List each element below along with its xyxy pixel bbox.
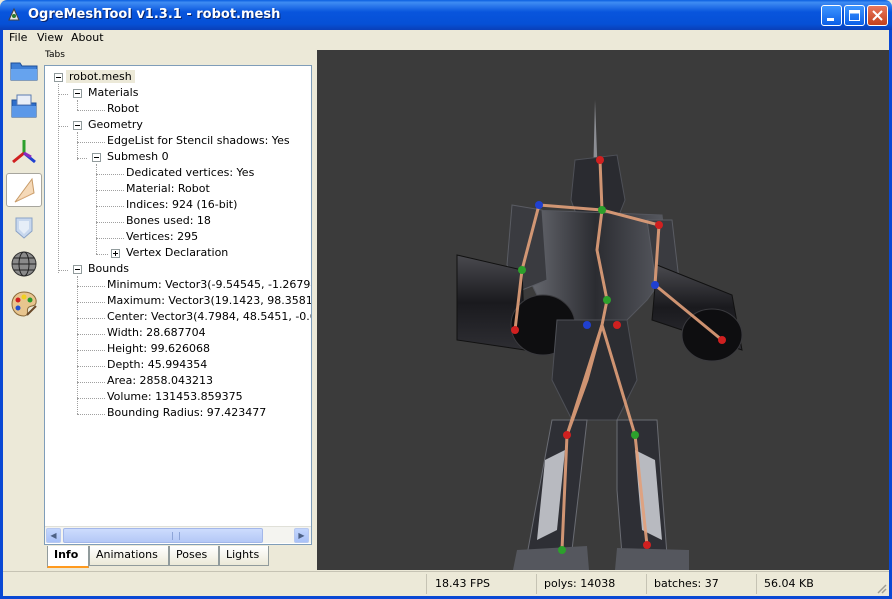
tree-item-dedicated-vertices[interactable]: Dedicated vertices: Yes — [126, 166, 254, 180]
tab-poses[interactable]: Poses — [169, 546, 219, 566]
material-button[interactable] — [6, 287, 42, 321]
collapse-submesh-toggle[interactable] — [92, 153, 101, 162]
title-bar: OgreMeshTool v1.3.1 - robot.mesh — [0, 0, 892, 30]
tree-item-bounds[interactable]: Bounds — [88, 262, 129, 276]
save-mesh-button[interactable] — [6, 89, 42, 123]
window-title: OgreMeshTool v1.3.1 - robot.mesh — [28, 7, 281, 22]
tree-item-maximum[interactable]: Maximum: Vector3(19.1423, 98.3581, 22. — [107, 294, 311, 308]
tree-item-label: robot.mesh — [66, 70, 135, 83]
tree-item-height[interactable]: Height: 99.626068 — [107, 342, 210, 356]
minimize-button[interactable] — [821, 5, 842, 26]
scroll-thumb[interactable] — [63, 528, 263, 543]
minimize-icon — [827, 18, 834, 21]
dock-title: Tabs — [45, 50, 65, 60]
batches-status: batches: 37 — [654, 577, 719, 590]
menu-file[interactable]: File — [9, 31, 27, 44]
folder-save-icon — [11, 94, 37, 118]
collapse-geometry-toggle[interactable] — [73, 121, 82, 130]
tree-item-material[interactable]: Material: Robot — [126, 182, 210, 196]
axes-icon — [12, 140, 36, 164]
tab-animations[interactable]: Animations — [89, 546, 169, 566]
menu-bar: File View About — [3, 30, 889, 47]
tree-item-materials[interactable]: Materials — [88, 86, 138, 100]
tree-item-bones[interactable]: Bones used: 18 — [126, 214, 211, 228]
close-icon — [872, 10, 883, 21]
tree-item-indices[interactable]: Indices: 924 (16-bit) — [126, 198, 237, 212]
collapse-materials-toggle[interactable] — [73, 89, 82, 98]
tree-item-edgelist[interactable]: EdgeList for Stencil shadows: Yes — [107, 134, 290, 148]
tool-sidebar — [3, 47, 43, 570]
axes-button[interactable] — [6, 135, 42, 169]
tree-item-minimum[interactable]: Minimum: Vector3(-9.54545, -1.26794, -23 — [107, 278, 311, 292]
render-viewport[interactable] — [317, 50, 889, 570]
tree-item-robot[interactable]: Robot — [107, 102, 139, 116]
app-icon — [8, 7, 20, 21]
shield-cube-icon — [15, 217, 33, 239]
tree-item-vertices[interactable]: Vertices: 295 — [126, 230, 198, 244]
robot-mesh-render — [456, 100, 743, 570]
mesh-info-tree[interactable]: robot.mesh Materials Robot Geometry Edge… — [44, 65, 312, 545]
tree-item-bounding-radius[interactable]: Bounding Radius: 97.423477 — [107, 406, 266, 420]
scroll-left-button[interactable]: ◀ — [46, 528, 61, 543]
tree-item-area[interactable]: Area: 2858.043213 — [107, 374, 213, 388]
polys-status: polys: 14038 — [544, 577, 616, 590]
tab-info[interactable]: Info — [47, 546, 89, 568]
status-bar: 18.43 FPS polys: 14038 batches: 37 56.04… — [3, 571, 889, 596]
tree-item-geometry[interactable]: Geometry — [88, 118, 143, 132]
folder-open-icon — [10, 62, 38, 81]
menu-about[interactable]: About — [71, 31, 104, 44]
tree-horizontal-scrollbar[interactable]: ◀ ▶ — [45, 526, 311, 543]
tree-item-submesh[interactable]: Submesh 0 — [107, 150, 169, 164]
bounding-box-button[interactable] — [6, 211, 42, 245]
sphere-grid-icon — [11, 251, 37, 277]
wireframe-button[interactable] — [6, 173, 42, 207]
collapse-bounds-toggle[interactable] — [73, 265, 82, 274]
resize-grip-icon[interactable] — [875, 582, 887, 594]
scroll-right-button[interactable]: ▶ — [294, 528, 309, 543]
memory-status: 56.04 KB — [764, 577, 814, 590]
paper-triangle-icon — [14, 177, 35, 203]
tree-item-volume[interactable]: Volume: 131453.859375 — [107, 390, 243, 404]
arrow-left-icon: ◀ — [50, 531, 57, 540]
menu-view[interactable]: View — [37, 31, 63, 44]
tree-item-center[interactable]: Center: Vector3(4.7984, 48.5451, -0.660 — [107, 310, 311, 324]
open-mesh-button[interactable] — [6, 53, 42, 87]
close-button[interactable] — [867, 5, 888, 26]
collapse-root-toggle[interactable] — [54, 73, 63, 82]
tab-lights[interactable]: Lights — [219, 546, 269, 566]
maximize-icon — [849, 10, 860, 21]
sphere-button[interactable] — [6, 247, 42, 281]
tree-item-depth[interactable]: Depth: 45.994354 — [107, 358, 207, 372]
tree-item-root[interactable]: robot.mesh — [66, 70, 135, 84]
arrow-right-icon: ▶ — [298, 531, 305, 540]
tree-item-vertex-declaration[interactable]: Vertex Declaration — [126, 246, 228, 260]
palette-icon — [11, 291, 37, 317]
fps-status: 18.43 FPS — [435, 577, 490, 590]
expand-vertex-decl-toggle[interactable] — [111, 249, 120, 258]
tree-item-width[interactable]: Width: 28.687704 — [107, 326, 206, 340]
maximize-button[interactable] — [844, 5, 865, 26]
